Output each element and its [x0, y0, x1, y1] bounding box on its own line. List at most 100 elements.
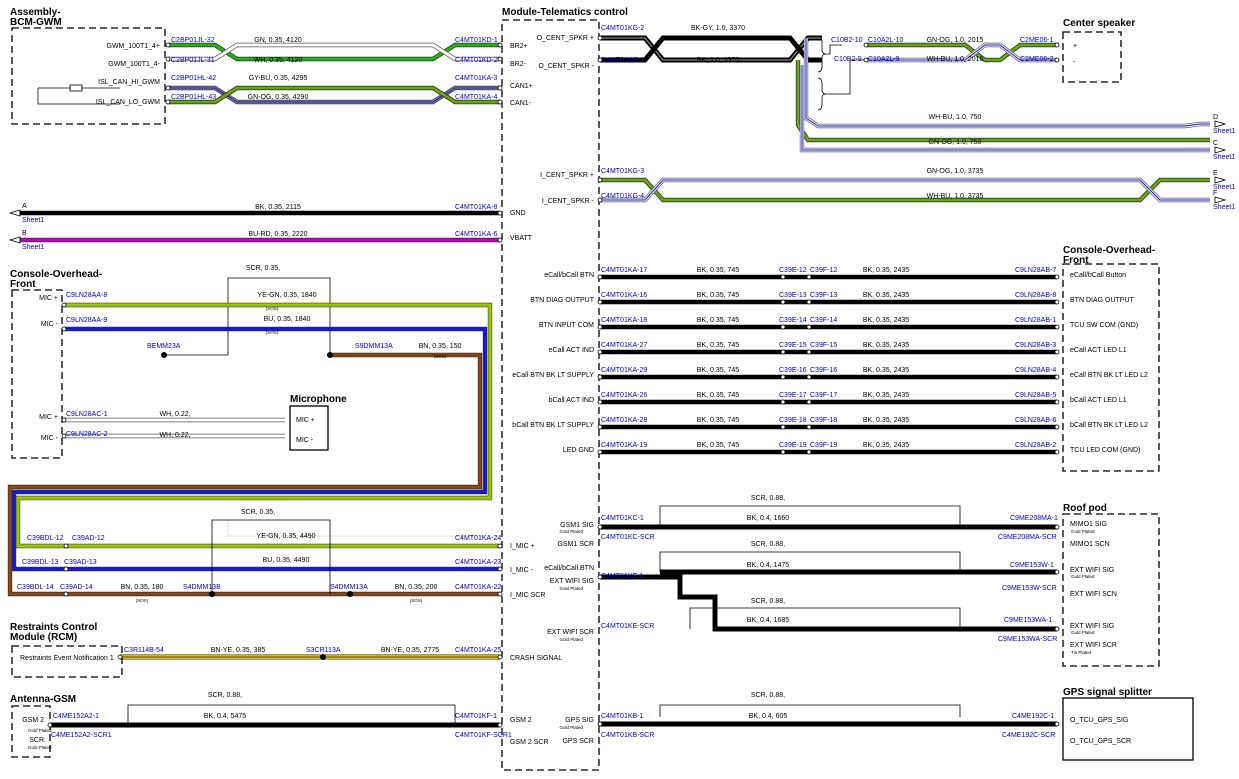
connector-label: C9LN28AB-4	[1015, 367, 1056, 374]
wire-spec-label: BK, 0.35, 2435	[863, 417, 909, 424]
wire-spec-label: BN-YE, 0.35, 385	[211, 647, 266, 654]
terminal-icon	[497, 85, 503, 91]
terminal-icon	[1054, 524, 1060, 530]
connector-label: C9LN28AC-1	[66, 411, 108, 418]
pin-label: I_CENT_SPKR +	[540, 172, 594, 179]
terminal-icon	[780, 374, 786, 380]
wire-spec-label: BK-GY, 1.0, 3370	[691, 25, 745, 32]
component-title: BCM-GWM	[10, 17, 62, 28]
plating-label: Tin Plated	[1071, 650, 1092, 655]
connector-label: C4MT01KG-4	[601, 193, 644, 200]
connector-label: C2ME06-2	[1020, 56, 1054, 63]
shield-line	[689, 607, 961, 629]
pin-label: ISL_CAN_LO_GWM	[96, 99, 160, 106]
pin-label: GSM1 SCR	[557, 541, 594, 548]
connector-label: C4ME152A2-SCR1	[51, 732, 112, 739]
connector-label: C39F-17	[810, 392, 837, 399]
connector-label: C39F-16	[810, 367, 837, 374]
splice-label: S3CR113A	[306, 647, 341, 654]
pin-label: O_CENT_SPKR +	[537, 35, 594, 42]
sos-label: (SOS)	[136, 598, 149, 603]
pin-label: SCR	[29, 737, 44, 744]
connector-label: C39F-13	[810, 292, 837, 299]
terminal-icon	[780, 349, 786, 355]
wire-spec-label: WH, 0.22,	[159, 432, 190, 439]
pin-label: MIC +	[296, 417, 315, 424]
pin-label: GPS SIG	[565, 717, 594, 724]
wire-spec-label: YE-GN, 0.35, 4490	[256, 533, 315, 540]
shield-line	[659, 704, 961, 717]
pin-label: I_MIC +	[510, 543, 535, 550]
wire-spec-label: BK, 0.35, 745	[697, 392, 740, 399]
terminal-icon	[806, 349, 812, 355]
connector-label: C4MT01KA-4	[455, 94, 498, 101]
connector-label: C4MT01KA-29	[601, 367, 647, 374]
sos-label: (SOS)	[410, 598, 423, 603]
pin-label: EXT WIFI SCR	[547, 629, 594, 636]
terminal-icon	[597, 399, 603, 405]
wire-spec-label: GN-OG, 0.35, 4290	[248, 94, 309, 101]
terminal-icon	[1054, 721, 1060, 727]
pin-label: MIC +	[39, 414, 58, 421]
connector-label: C4MT01KA-26	[601, 392, 647, 399]
connector-label: C4MT01KA-28	[601, 417, 647, 424]
terminal-icon	[165, 85, 171, 91]
pin-label: I_CENT_SPKR -	[542, 198, 595, 205]
component-title: Center speaker	[1063, 18, 1135, 29]
connector-label: C4MT01KF-1	[455, 713, 497, 720]
wire-spec-label: GN-OG, 1.0, 2015	[927, 37, 984, 44]
pin-label: BR2-	[510, 61, 527, 68]
shield-line	[659, 551, 961, 572]
pin-label: MIC +	[39, 295, 58, 302]
pin-label: GSM 2	[510, 717, 532, 724]
connector-label: C4MT01KG-1	[601, 57, 644, 64]
terminal-icon	[47, 722, 53, 728]
connector-label: C39BDL-12	[27, 535, 64, 542]
connector-label: C39F-18	[810, 417, 837, 424]
terminal-icon	[497, 210, 503, 216]
pin-label: O_TCU_GPS_SIG	[1070, 717, 1128, 724]
plating-label: Gold Plated	[28, 745, 52, 750]
component-title: Front	[10, 279, 36, 290]
connector-label: C4ME152A2-1	[53, 713, 99, 720]
pin-label: MIMO1 SCN	[1070, 541, 1110, 548]
terminal-icon	[117, 654, 123, 660]
component-title: Antenna-GSM	[10, 694, 76, 705]
center-speaker-box	[1062, 31, 1122, 83]
wire-spec-label: BN, 0.35, 180	[121, 584, 164, 591]
terminal-icon	[780, 449, 786, 455]
connector-label: C9LN28AC-2	[66, 431, 108, 438]
terminal-icon	[497, 566, 503, 572]
wire-spec-label: BK, 0.35, 2435	[863, 342, 909, 349]
offpage-arrow-icon	[1214, 196, 1227, 204]
pin-label: GWM_100T1_4-	[108, 61, 160, 68]
wire-spec-label: BK, 0.35, 2435	[863, 292, 909, 299]
wire-spec-label: BK, 0.35, 2435	[863, 267, 909, 274]
connector-label: C10B2-9	[834, 56, 862, 63]
pin-label: CRASH SIGNAL	[510, 655, 562, 662]
overhead-console-right-box	[1062, 263, 1160, 472]
offpage-sheet-label: Sheet1	[1213, 204, 1235, 211]
component-title: Roof pod	[1063, 503, 1107, 514]
connector-label: C9LN28AB-3	[1015, 342, 1056, 349]
splice-label: S4DMM13B	[183, 584, 221, 591]
wire-spec-label: SCR, 0.88,	[751, 541, 785, 548]
connector-label: C4MT01KE-SCR	[601, 623, 654, 630]
connector-label: C4MT01KG-2	[601, 25, 644, 32]
pin-label: MIMO1 SIG	[1070, 521, 1107, 528]
terminal-icon	[597, 449, 603, 455]
terminal-icon	[597, 424, 603, 430]
connector-label: C9LN28AB-1	[1015, 317, 1056, 324]
sos-label: (SOS)	[434, 354, 447, 359]
offpage-letter: A	[22, 203, 27, 210]
offpage-sheet-label: Sheet1	[22, 217, 44, 224]
connector-label: C39E-12	[779, 267, 807, 274]
terminal-icon	[1054, 399, 1060, 405]
connector-label: C4MT01KA-27	[601, 342, 647, 349]
pin-label: +	[1073, 43, 1077, 50]
terminal-icon	[1054, 569, 1060, 575]
wire-spec-label: GY-BU, 0.35, 4295	[249, 75, 308, 82]
connector-label: C9LN28AB-6	[1015, 417, 1056, 424]
pin-label: BTN DIAG OUTPUT	[530, 297, 595, 304]
offpage-arrow-icon	[8, 209, 21, 217]
